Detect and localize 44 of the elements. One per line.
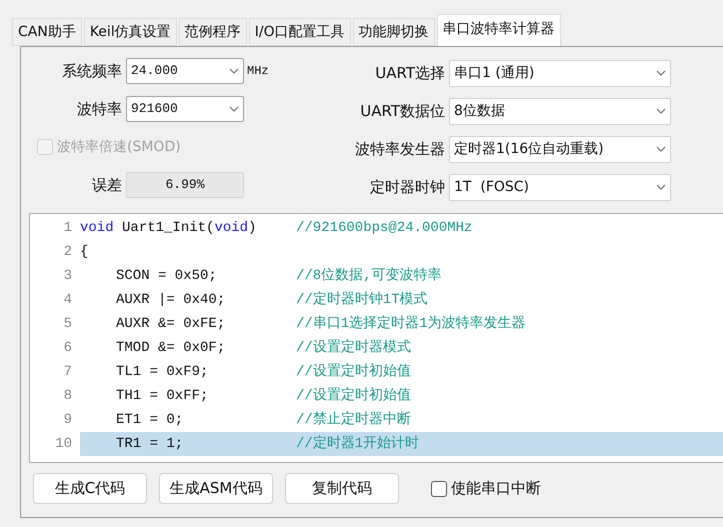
checkbox-label: 波特率倍速(SMOD) [57,138,181,156]
chevron-down-icon [656,184,666,190]
dropdown[interactable]: 24.000 [126,58,244,84]
dropdown[interactable]: 串口1 (通用) [449,60,671,86]
line-number: 2 [62,242,73,262]
tab[interactable]: 功能脚切换 [352,18,435,46]
unit-label: MHz [247,63,269,80]
field-label: UART选择 [374,62,446,84]
code-editor[interactable] [29,213,723,463]
line-number: 1 [62,218,73,238]
tab[interactable]: 串口波特率计算器 [436,14,561,46]
generate-button[interactable]: 复制代码 [285,473,399,504]
line-number: 3 [62,266,73,286]
field-label: 系统频率 [61,60,123,82]
generate-button[interactable]: 生成C代码 [33,473,147,504]
dropdown[interactable]: 8位数据 [449,98,671,124]
field-label: UART数据位 [359,100,446,122]
line-number: 6 [62,338,73,358]
chevron-down-icon [656,108,666,114]
tab[interactable]: Keil仿真设置 [84,18,177,46]
line-number: 5 [62,314,73,334]
error-readout: 6.99% [126,172,244,198]
tab[interactable]: I/O口配置工具 [248,18,351,46]
field-label: 波特率 [76,98,123,120]
dropdown[interactable]: 921600 [126,96,244,122]
dropdown[interactable]: 1T (FOSC) [449,174,671,200]
line-number: 10 [54,434,73,454]
dropdown[interactable]: 定时器1(16位自动重载) [449,136,671,162]
line-number: 8 [62,386,73,406]
field-label: 波特率发生器 [354,138,446,160]
line-number: 7 [62,362,73,382]
field-label: 定时器时钟 [369,176,446,198]
checkbox-label: 使能串口中断 [451,478,541,500]
tab[interactable]: CAN助手 [12,18,82,46]
line-number: 4 [62,290,73,310]
checkbox[interactable] [431,480,447,496]
tab[interactable]: 范例程序 [178,18,247,46]
field-label: 误差 [91,174,123,196]
chevron-down-icon [656,70,666,76]
chevron-down-icon [229,68,239,74]
line-number: 9 [62,410,73,430]
chevron-down-icon [656,146,666,152]
chevron-down-icon [229,106,239,112]
generate-button[interactable]: 生成ASM代码 [159,473,273,504]
